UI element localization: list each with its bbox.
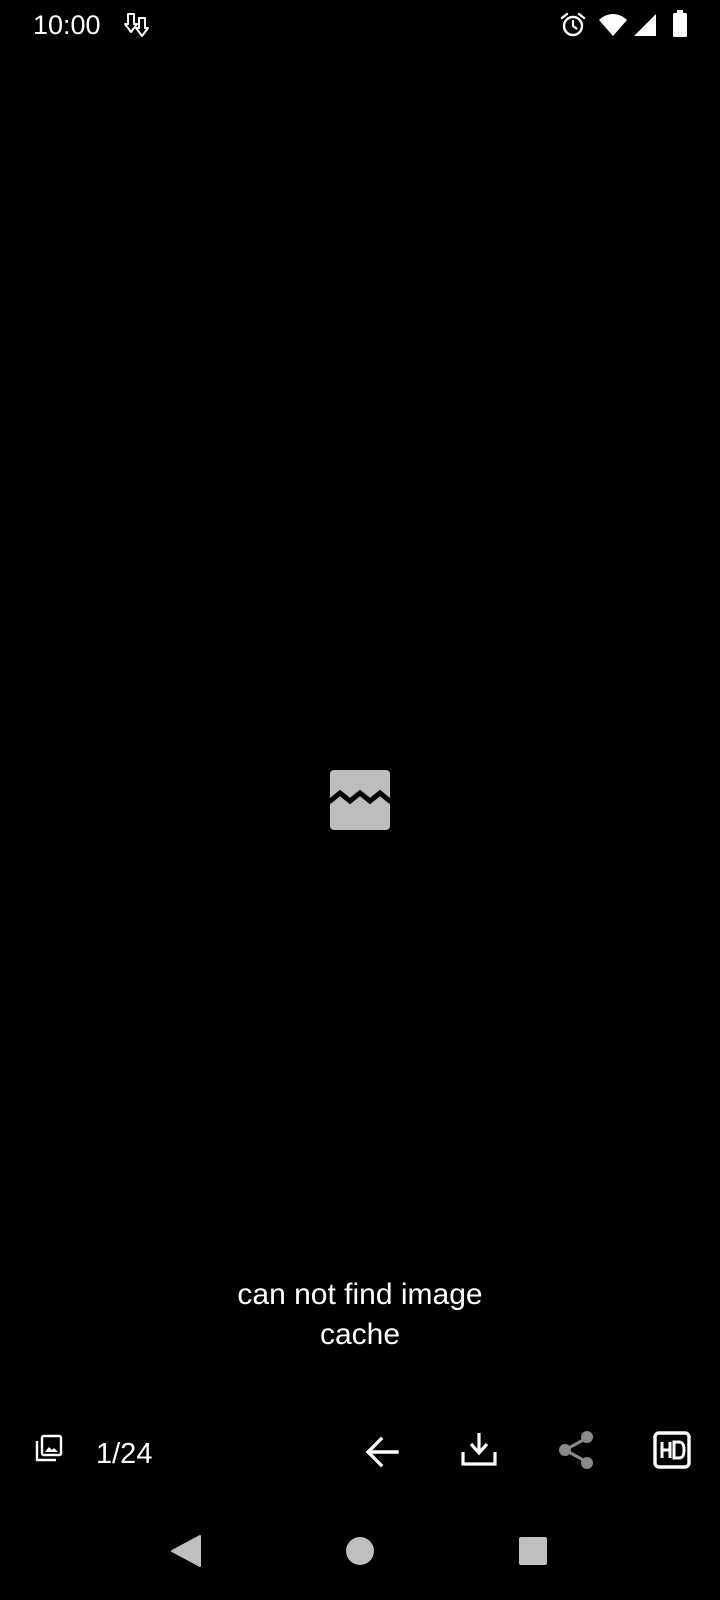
nav-recents-icon[interactable] [518,1536,548,1566]
error-message: can not find image cache [237,1278,483,1351]
status-bar: 10:00 [0,0,720,50]
hd-icon[interactable] [652,1430,692,1470]
page-counter: 1/24 [96,1438,153,1470]
download-icon[interactable] [460,1430,498,1468]
share-icon[interactable] [556,1430,596,1470]
signal-icon [634,14,656,36]
wifi-icon [599,14,627,36]
arrow-back-icon[interactable] [364,1434,400,1470]
status-time: 10:00 [33,10,101,40]
alarm-icon [560,12,586,37]
nav-home-icon[interactable] [345,1536,375,1566]
navigation-bar [0,1510,720,1590]
battery-icon [673,10,687,37]
download-notification-icon [124,13,149,37]
image-viewer-screen: 10:00 can not find image cache 1/24 [0,0,720,1600]
nav-back-icon[interactable] [170,1534,202,1568]
gallery-icon[interactable] [34,1433,64,1463]
broken-image-icon [330,770,390,830]
